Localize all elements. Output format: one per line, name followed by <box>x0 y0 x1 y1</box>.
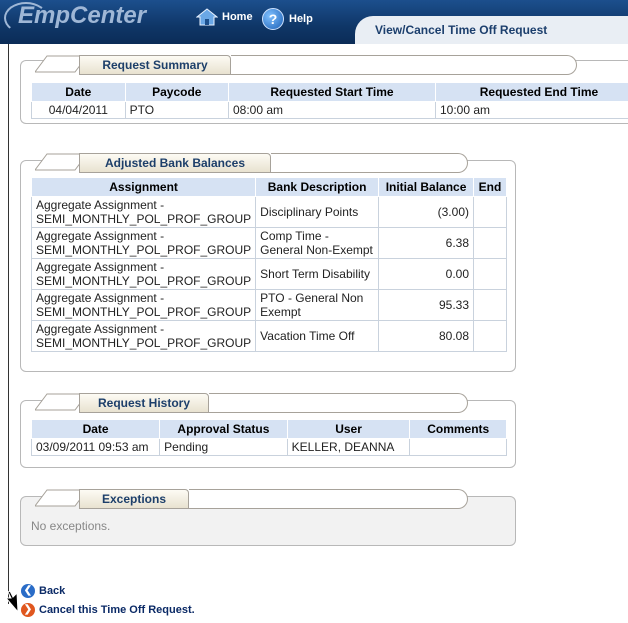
help-icon: ? <box>262 8 284 30</box>
cell-user: KELLER, DEANNA <box>286 438 411 456</box>
request-summary-title: Request Summary <box>79 55 231 75</box>
col-initial-balance: Initial Balance <box>378 177 474 197</box>
initial-balance: 95.33 <box>378 289 474 321</box>
assignment-group: SEMI_MONTHLY_POL_PROF_GROUP <box>36 336 252 350</box>
request-history-panel: Request History Date Approval Status Use… <box>20 393 516 468</box>
table-row: Aggregate Assignment - SEMI_MONTHLY_POL_P… <box>30 258 507 290</box>
end-balance <box>473 289 507 321</box>
cell-status: Pending <box>159 438 288 456</box>
back-link[interactable]: ❮ Back <box>21 584 65 598</box>
nav-home-label: Home <box>222 11 253 23</box>
col-end: End <box>473 177 507 197</box>
home-icon <box>195 8 219 26</box>
bank-description: Disciplinary Points <box>260 205 359 219</box>
col-start: Requested Start Time <box>227 82 436 102</box>
cell-comments <box>409 438 507 456</box>
assignment-group: SEMI_MONTHLY_POL_PROF_GROUP <box>36 212 252 226</box>
tab-rail <box>209 393 468 413</box>
exceptions-title: Exceptions <box>79 489 189 509</box>
col-date: Date <box>31 82 126 102</box>
app-header: EmpCenter Home ? Help View/Cancel Time O… <box>0 0 628 44</box>
col-user: User <box>286 419 411 439</box>
assignment-line: Aggregate Assignment - <box>36 322 165 336</box>
initial-balance: 80.08 <box>378 320 474 352</box>
cell-start: 08:00 am <box>227 101 436 119</box>
tab-rail <box>189 489 468 509</box>
initial-balance: (3.00) <box>378 196 474 228</box>
left-border <box>8 44 9 604</box>
initial-balance: 0.00 <box>378 258 474 290</box>
bank-balances-table: Assignment Bank Description Initial Bala… <box>30 177 507 352</box>
cell-date: 03/09/2011 09:53 am <box>30 438 161 456</box>
request-summary-table: Date Paycode Requested Start Time Reques… <box>31 82 628 119</box>
request-summary-panel: Request Summary Date Paycode Requested S… <box>20 55 628 124</box>
table-row: Aggregate Assignment - SEMI_MONTHLY_POL_P… <box>30 289 507 321</box>
end-balance <box>473 258 507 290</box>
cancel-label: Cancel this Time Off Request. <box>39 604 195 616</box>
end-balance <box>473 227 507 259</box>
assignment-line: Aggregate Assignment - <box>36 198 165 212</box>
bank-description: Comp Time - <box>260 229 329 243</box>
app-logo: EmpCenter <box>18 2 147 29</box>
exceptions-empty-text: No exceptions. <box>31 519 111 533</box>
col-comments: Comments <box>409 419 507 439</box>
initial-balance: 6.38 <box>378 227 474 259</box>
bank-balances-title: Adjusted Bank Balances <box>79 153 271 173</box>
assignment-line: Aggregate Assignment - <box>36 260 165 274</box>
bank-description-2: General Non-Exempt <box>260 243 373 257</box>
request-history-title: Request History <box>79 393 209 413</box>
end-balance <box>473 320 507 352</box>
cancel-request-link[interactable]: ❯ Cancel this Time Off Request. <box>21 603 195 617</box>
page-title: View/Cancel Time Off Request <box>375 23 548 37</box>
cell-end: 10:00 am <box>434 101 628 119</box>
forward-arrow-icon: ❯ <box>21 603 35 617</box>
back-label: Back <box>39 585 66 597</box>
table-row: 03/09/2011 09:53 am Pending KELLER, DEAN… <box>30 438 507 456</box>
cell-date: 04/04/2011 <box>31 101 126 119</box>
nav-help-label: Help <box>289 13 313 25</box>
bank-description: Short Term Disability <box>260 267 370 281</box>
table-row: Aggregate Assignment - SEMI_MONTHLY_POL_P… <box>30 196 507 228</box>
tab-rail <box>231 55 577 75</box>
col-approval-status: Approval Status <box>159 419 288 439</box>
table-row: Aggregate Assignment - SEMI_MONTHLY_POL_P… <box>30 227 507 259</box>
col-assignment: Assignment <box>30 177 257 197</box>
tab-rail <box>271 153 468 173</box>
request-history-table: Date Approval Status User Comments 03/09… <box>30 419 507 456</box>
mouse-pointer-icon <box>4 590 19 614</box>
bank-description: PTO - General Non <box>260 291 364 305</box>
page-title-tab: View/Cancel Time Off Request <box>355 16 628 44</box>
assignment-group: SEMI_MONTHLY_POL_PROF_GROUP <box>36 243 252 257</box>
table-row: 04/04/2011 PTO 08:00 am 10:00 am <box>31 101 628 119</box>
back-arrow-icon: ❮ <box>21 584 35 598</box>
end-balance <box>473 196 507 228</box>
cell-paycode: PTO <box>124 101 229 119</box>
col-paycode: Paycode <box>124 82 229 102</box>
assignment-group: SEMI_MONTHLY_POL_PROF_GROUP <box>36 274 252 288</box>
exceptions-panel: Exceptions No exceptions. <box>20 489 516 546</box>
nav-home[interactable]: Home <box>195 8 253 26</box>
table-row: Aggregate Assignment - SEMI_MONTHLY_POL_P… <box>30 320 507 352</box>
bank-balances-panel: Adjusted Bank Balances Assignment Bank D… <box>20 153 516 372</box>
col-end: Requested End Time <box>434 82 628 102</box>
assignment-group: SEMI_MONTHLY_POL_PROF_GROUP <box>36 305 252 319</box>
bank-description-2: Exempt <box>260 305 301 319</box>
assignment-line: Aggregate Assignment - <box>36 291 165 305</box>
bank-description: Vacation Time Off <box>260 329 355 343</box>
assignment-line: Aggregate Assignment - <box>36 229 165 243</box>
col-date: Date <box>30 419 161 439</box>
nav-help[interactable]: ? Help <box>262 8 313 30</box>
col-bank-description: Bank Description <box>255 177 380 197</box>
